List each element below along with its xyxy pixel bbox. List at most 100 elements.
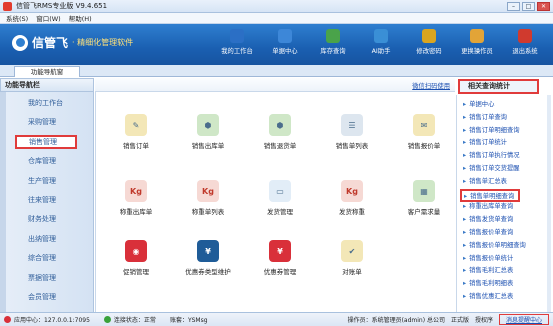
related-query-item-3[interactable]: 销售订单统计	[463, 137, 507, 146]
right-scrollbar[interactable]	[547, 95, 551, 312]
operator-text: 操作员：系统管理员(admin) 总公司	[347, 317, 445, 324]
function-item-4[interactable]: ✉ 销售报价单	[394, 114, 454, 150]
menu-help[interactable]: 帮助(H)	[69, 13, 92, 23]
related-query-item-11[interactable]: 销售报价单明细查询	[463, 240, 526, 249]
function-item-9[interactable]: ▦ 客户需求量	[394, 180, 454, 216]
related-query-item-2[interactable]: 销售订单明细查询	[463, 125, 519, 134]
ai-assistant-icon	[374, 29, 388, 43]
sidebar-item-1[interactable]: 采购管理	[0, 115, 94, 129]
sales-outbound-icon: ⬢	[197, 114, 219, 136]
window-title: 信管飞RMS专业版 V9.4.651	[16, 2, 108, 10]
close-button[interactable]: ✕	[537, 1, 550, 11]
function-item-1[interactable]: ⬢ 销售出库单	[178, 114, 238, 150]
banner: 信管飞 · 精细化管理软件 我的工作台 单据中心 库存查询 AI助手 修改密码 更换操作员…	[0, 24, 553, 65]
function-item-10[interactable]: ◉ 促销管理	[106, 240, 166, 276]
function-item-8[interactable]: Kg 发货称重	[322, 180, 382, 216]
sidebar-item-3[interactable]: 仓库管理	[0, 154, 94, 168]
server-icon	[4, 316, 11, 323]
maximize-button[interactable]: □	[522, 1, 535, 11]
function-label: 发货称重	[339, 208, 365, 216]
related-query-item-9[interactable]: 销售发货单查询	[463, 214, 513, 223]
function-label: 销售退货单	[263, 142, 297, 150]
function-label: 销售订单	[123, 142, 149, 150]
message-center-link[interactable]: 消息提醒中心	[498, 314, 549, 325]
related-query-item-10[interactable]: 销售报价单查询	[463, 227, 513, 236]
monitor-icon	[230, 29, 244, 43]
weigh-list-icon: Kg	[197, 180, 219, 202]
sidebar-item-9[interactable]: 票据管理	[0, 271, 94, 285]
main-header: 微信扫码使用	[95, 78, 455, 92]
coupon-manage-icon: ¥	[269, 240, 291, 262]
delivery-weigh-icon: Kg	[341, 180, 363, 202]
related-query-title: 相关查询统计	[458, 79, 539, 94]
toolbar: 我的工作台 单据中心 库存查询 AI助手 修改密码 更换操作员 退出系统	[215, 29, 547, 55]
sidebar-item-6[interactable]: 财务处理	[0, 212, 94, 226]
exit-icon	[518, 29, 532, 43]
sidebar-item-8[interactable]: 综合管理	[0, 251, 94, 265]
status-bar: 应用中心：127.0.0.1:7095 连接状态：正常 账套：YSMsg 操作员…	[0, 312, 553, 326]
toolbar-button-2[interactable]: 库存查询	[311, 29, 355, 55]
related-query-item-12[interactable]: 销售报价单统计	[463, 253, 513, 262]
related-query-item-13[interactable]: 销售毛利汇总表	[463, 265, 513, 274]
sales-list-icon: ☰	[341, 114, 363, 136]
toolbar-button-6[interactable]: 退出系统	[503, 29, 547, 55]
sales-order-icon: ✎	[125, 114, 147, 136]
title-bar: 信管飞RMS专业版 V9.4.651 – □ ✕	[0, 0, 553, 13]
key-icon	[422, 29, 436, 43]
sidebar-item-10[interactable]: 会员管理	[0, 290, 94, 304]
related-query-item-14[interactable]: 销售毛利明细表	[463, 278, 513, 287]
connection-icon	[103, 316, 111, 323]
warehouse-icon	[326, 29, 340, 43]
function-label: 优惠券类型维护	[185, 268, 231, 276]
license-text[interactable]: 授权序	[475, 315, 493, 324]
brand-slogan: · 精细化管理软件	[72, 38, 134, 47]
toolbar-button-5[interactable]: 更换操作员	[455, 29, 499, 55]
function-item-5[interactable]: Kg 称重出库单	[106, 180, 166, 216]
function-item-12[interactable]: ¥ 优惠券管理	[250, 240, 310, 276]
function-item-7[interactable]: ▭ 发货管理	[250, 180, 310, 216]
sidebar-item-7[interactable]: 出纳管理	[0, 232, 94, 246]
related-query-item-4[interactable]: 销售订单执行情况	[463, 150, 519, 159]
related-query-item-8[interactable]: 称重出库单查询	[463, 201, 513, 210]
toolbar-button-0[interactable]: 我的工作台	[215, 29, 259, 55]
customer-demand-icon: ▦	[413, 180, 435, 202]
related-query-item-7[interactable]: 销售单明细查询	[460, 188, 521, 202]
function-label: 销售单列表	[335, 142, 369, 150]
toolbar-label: 更换操作员	[461, 48, 493, 55]
function-item-2[interactable]: ⬢ 销售退货单	[250, 114, 310, 150]
sidebar-item-0[interactable]: 我的工作台	[0, 96, 94, 110]
minimize-button[interactable]: –	[507, 1, 520, 11]
function-item-3[interactable]: ☰ 销售单列表	[322, 114, 382, 150]
toolbar-label: 我的工作台	[221, 48, 253, 55]
promotion-icon: ◉	[125, 240, 147, 262]
related-query-item-6[interactable]: 销售单汇总表	[463, 176, 507, 185]
tab-function-nav[interactable]: 功能导航窗	[14, 66, 80, 77]
toolbar-button-4[interactable]: 修改密码	[407, 29, 451, 55]
brand-name: 信管飞	[32, 36, 69, 50]
sidebar-item-5[interactable]: 往来管理	[0, 193, 94, 207]
app-logo-icon	[3, 1, 12, 11]
menu-bar: 系统(S) 窗口(W) 帮助(H)	[0, 13, 553, 24]
function-item-11[interactable]: ¥ 优惠券类型维护	[178, 240, 238, 276]
toolbar-button-3[interactable]: AI助手	[359, 29, 403, 55]
related-query-item-5[interactable]: 销售订单交货提醒	[463, 163, 519, 172]
function-item-0[interactable]: ✎ 销售订单	[106, 114, 166, 150]
related-query-item-1[interactable]: 销售订单查询	[463, 112, 507, 121]
function-item-6[interactable]: Kg 称重单列表	[178, 180, 238, 216]
statement-icon: ✔	[341, 240, 363, 262]
account-book: 账套：YSMsg	[169, 317, 208, 324]
function-item-13[interactable]: ✔ 对账单	[322, 240, 382, 276]
function-panel: ✎ 销售订单 ⬢ 销售出库单 ⬢ 销售退货单 ☰ 销售单列表 ✉ 销售报价单 Kg 称重出库单 Kg 称重…	[95, 92, 455, 312]
tab-strip: 功能导航窗	[0, 65, 553, 77]
wechat-scan-link[interactable]: 微信扫码使用	[412, 81, 450, 90]
function-label: 客户需求量	[407, 208, 441, 216]
menu-system[interactable]: 系统(S)	[6, 13, 28, 23]
function-label: 销售报价单	[407, 142, 441, 150]
related-query-item-0[interactable]: 单据中心	[463, 99, 494, 108]
menu-window[interactable]: 窗口(W)	[36, 13, 61, 23]
related-query-item-15[interactable]: 销售优惠汇总表	[463, 291, 513, 300]
sidebar-item-4[interactable]: 生产管理	[0, 174, 94, 188]
toolbar-label: 退出系统	[512, 48, 538, 55]
sidebar-item-2[interactable]: 销售管理	[15, 134, 77, 149]
toolbar-button-1[interactable]: 单据中心	[263, 29, 307, 55]
